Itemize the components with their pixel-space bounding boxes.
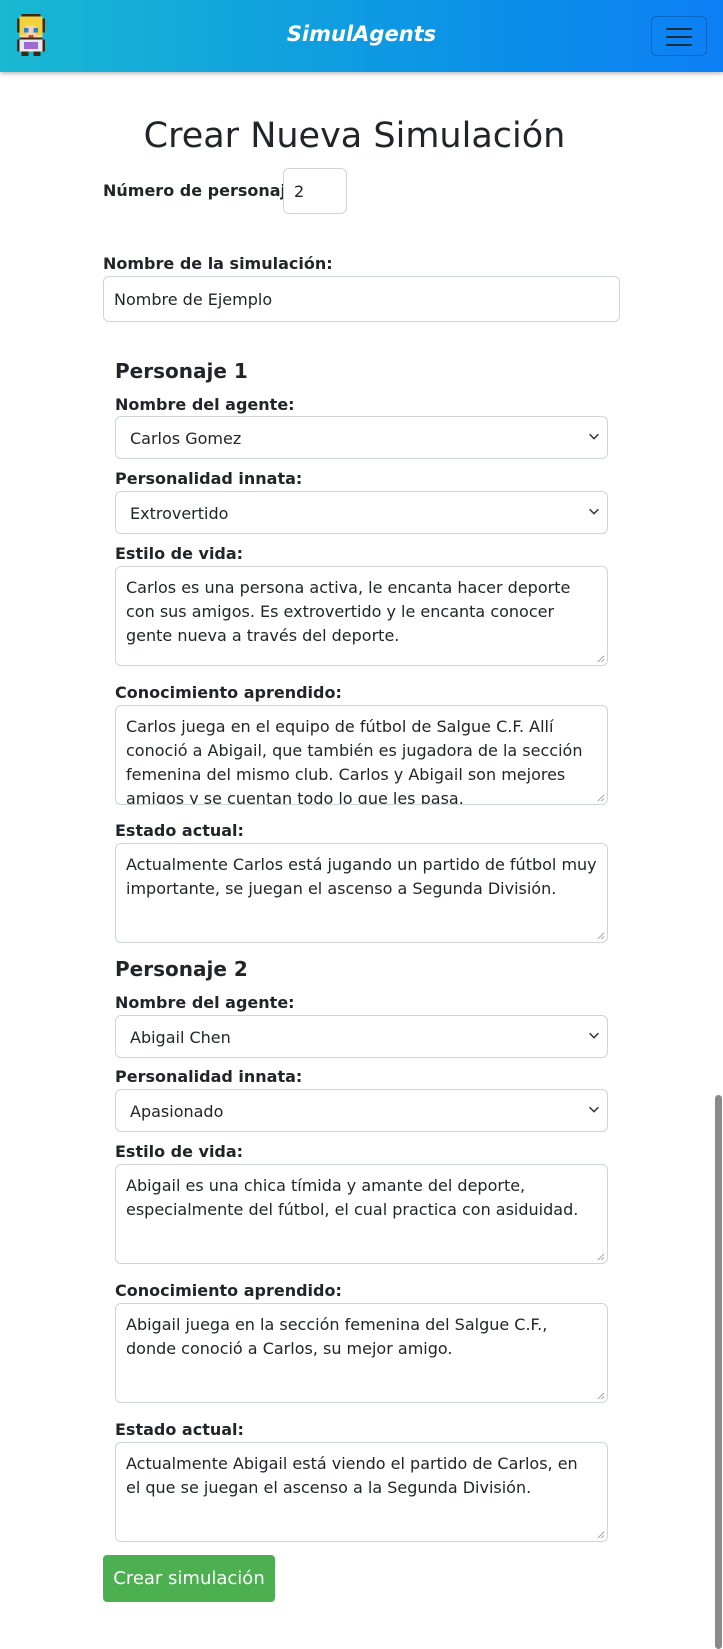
create-simulation-button[interactable]: Crear simulación bbox=[103, 1555, 275, 1602]
character-count-input[interactable] bbox=[283, 168, 347, 214]
status-label: Estado actual: bbox=[115, 1420, 244, 1439]
knowledge-label: Conocimiento aprendido: bbox=[115, 1281, 342, 1300]
resize-grip-icon[interactable] bbox=[596, 931, 605, 940]
lifestyle-label: Estilo de vida: bbox=[115, 544, 244, 563]
lifestyle-textarea[interactable]: Abigail es una chica tímida y amante del… bbox=[115, 1164, 608, 1264]
resize-grip-icon[interactable] bbox=[596, 793, 605, 802]
menu-toggle-button[interactable] bbox=[651, 16, 707, 56]
status-textarea[interactable]: Actualmente Carlos está jugando un parti… bbox=[115, 843, 608, 943]
brand-title[interactable]: SimulAgents bbox=[0, 22, 723, 46]
knowledge-text: Abigail juega en la sección femenina del… bbox=[126, 1315, 548, 1358]
status-label: Estado actual: bbox=[115, 821, 244, 840]
navbar: SimulAgents bbox=[0, 0, 723, 72]
agent-name-select[interactable]: Carlos Gomez bbox=[115, 416, 608, 459]
knowledge-text: Carlos juega en el equipo de fútbol de S… bbox=[126, 717, 583, 805]
knowledge-textarea[interactable]: Carlos juega en el equipo de fútbol de S… bbox=[115, 705, 608, 805]
status-text: Actualmente Abigail está viendo el parti… bbox=[126, 1454, 578, 1497]
chevron-down-icon bbox=[589, 508, 599, 515]
personality-select[interactable]: Apasionado bbox=[115, 1089, 608, 1132]
personality-selected: Extrovertido bbox=[130, 504, 229, 523]
lifestyle-text: Carlos es una persona activa, le encanta… bbox=[126, 578, 571, 645]
character-title: Personaje 2 bbox=[115, 957, 248, 981]
scrollbar-thumb[interactable] bbox=[715, 1095, 722, 1649]
personality-selected: Apasionado bbox=[130, 1102, 224, 1121]
character-title: Personaje 1 bbox=[115, 359, 248, 383]
agent-name-selected: Carlos Gomez bbox=[130, 429, 242, 448]
agent-name-label: Nombre del agente: bbox=[115, 993, 295, 1012]
page-title: Crear Nueva Simulación bbox=[143, 116, 566, 156]
simulation-name-input[interactable] bbox=[103, 276, 620, 322]
resize-grip-icon[interactable] bbox=[596, 1252, 605, 1261]
lifestyle-text: Abigail es una chica tímida y amante del… bbox=[126, 1176, 579, 1219]
resize-grip-icon[interactable] bbox=[596, 654, 605, 663]
resize-grip-icon[interactable] bbox=[596, 1391, 605, 1400]
personality-select[interactable]: Extrovertido bbox=[115, 491, 608, 534]
knowledge-label: Conocimiento aprendido: bbox=[115, 683, 342, 702]
personality-label: Personalidad innata: bbox=[115, 1067, 303, 1086]
lifestyle-textarea[interactable]: Carlos es una persona activa, le encanta… bbox=[115, 566, 608, 666]
status-textarea[interactable]: Actualmente Abigail está viendo el parti… bbox=[115, 1442, 608, 1542]
agent-name-select[interactable]: Abigail Chen bbox=[115, 1015, 608, 1058]
knowledge-textarea[interactable]: Abigail juega en la sección femenina del… bbox=[115, 1303, 608, 1403]
chevron-down-icon bbox=[589, 433, 599, 440]
chevron-down-icon bbox=[589, 1032, 599, 1039]
agent-name-label: Nombre del agente: bbox=[115, 395, 295, 414]
resize-grip-icon[interactable] bbox=[596, 1530, 605, 1539]
lifestyle-label: Estilo de vida: bbox=[115, 1142, 244, 1161]
simulation-name-label: Nombre de la simulación: bbox=[103, 254, 333, 273]
status-text: Actualmente Carlos está jugando un parti… bbox=[126, 855, 597, 898]
personality-label: Personalidad innata: bbox=[115, 469, 303, 488]
agent-name-selected: Abigail Chen bbox=[130, 1028, 231, 1047]
chevron-down-icon bbox=[589, 1106, 599, 1113]
character-count-label: Número de personajes: bbox=[103, 181, 313, 200]
